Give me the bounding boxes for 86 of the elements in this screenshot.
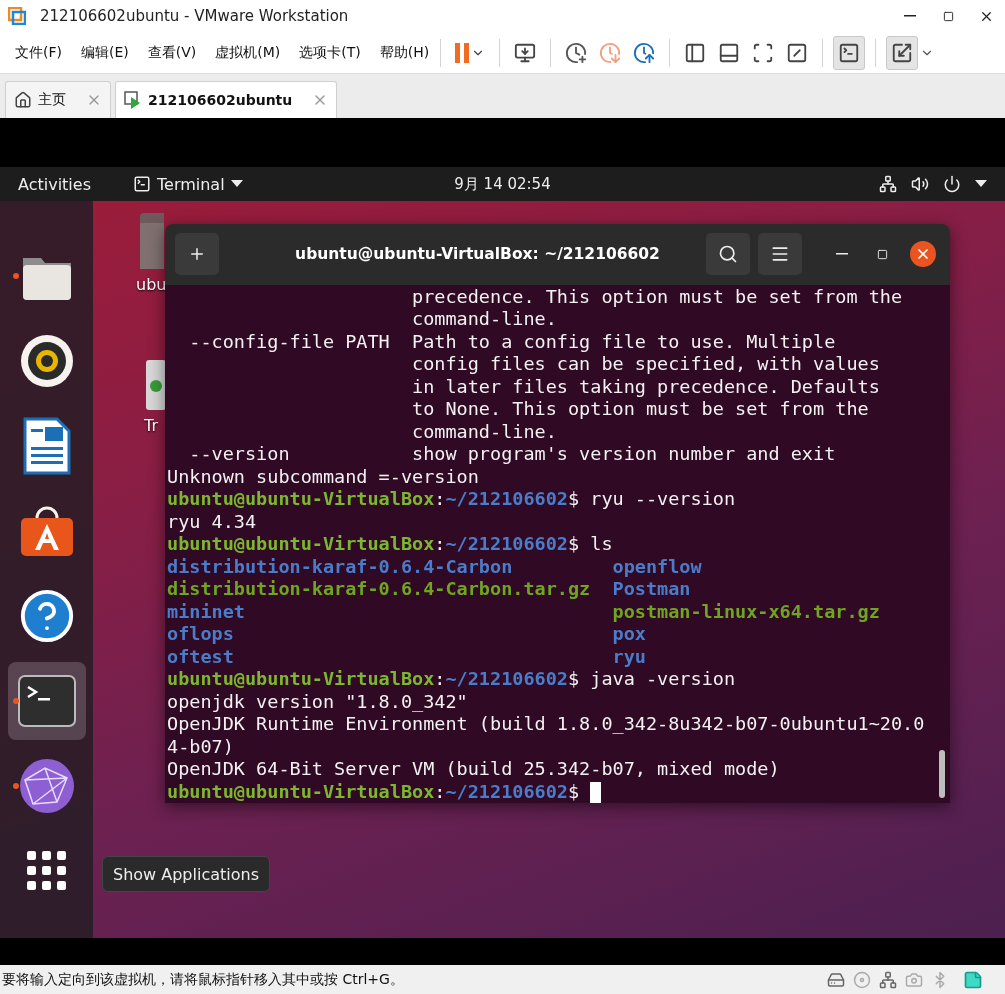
search-button[interactable] xyxy=(706,233,750,276)
terminal-line: --config-file PATH Path to a config file to use. Multiple xyxy=(188,330,836,353)
file-name: mininet xyxy=(167,600,245,623)
file-name: oflops xyxy=(167,623,234,646)
terminal-line: in later files taking precedence. Defaults xyxy=(411,375,880,398)
terminal-line: ubuntu@ubuntu-VirtualBox:~/212106602$ ls xyxy=(167,533,613,556)
window-title: 212106602ubuntu - VMware Workstation xyxy=(40,7,350,25)
close-button[interactable] xyxy=(910,241,936,268)
stretch-button[interactable] xyxy=(886,35,919,70)
speaker-icon xyxy=(19,334,74,388)
file-name: openflow xyxy=(612,555,702,578)
menu-button[interactable] xyxy=(758,233,802,276)
new-tab-button[interactable] xyxy=(175,233,219,276)
file-name: Postman xyxy=(612,578,691,601)
terminal-icon xyxy=(838,41,861,64)
tooltip: Show Applications xyxy=(102,856,270,892)
terminal-line: OpenJDK Runtime Environment (build 1.8.0_342-8u342-b07-0ubuntu1~20.0 xyxy=(167,713,925,736)
desktop-icon-label: Tr xyxy=(144,416,158,435)
search-icon xyxy=(718,244,738,265)
terminal-line: ryu 4.34 xyxy=(167,510,257,533)
app-name: Terminal xyxy=(157,174,225,194)
grid-icon xyxy=(26,851,67,891)
terminal-line: Unknown subcommand =-version xyxy=(167,465,479,488)
clock-icon xyxy=(565,41,588,64)
panel-left-icon xyxy=(684,41,707,64)
menu-item[interactable]: 选项卡(T) xyxy=(299,43,361,62)
terminal-line: openjdk version "1.8.0_342" xyxy=(167,690,468,713)
minimize-icon xyxy=(904,15,916,17)
globe-icon xyxy=(18,758,75,814)
console-view-button[interactable] xyxy=(833,35,866,70)
file-name: oftest xyxy=(167,645,234,668)
activities-button[interactable]: Activities xyxy=(18,174,91,194)
clock-icon xyxy=(599,41,622,64)
terminal-line: command-line. xyxy=(411,420,557,443)
scrollbar[interactable] xyxy=(939,750,945,798)
menu-item[interactable]: 帮助(H) xyxy=(379,43,430,62)
maximize-icon xyxy=(942,10,954,22)
full-screen-icon xyxy=(752,41,775,64)
menu-item[interactable]: 编辑(E) xyxy=(81,43,129,62)
terminal-line: OpenJDK 64-Bit Server VM (build 25.342-b07, mixed mode) xyxy=(167,758,780,781)
note-icon[interactable] xyxy=(963,969,983,990)
slashed-square-icon xyxy=(786,41,809,64)
terminal-line: ubuntu@ubuntu-VirtualBox:~/212106602$ xyxy=(167,780,580,803)
status-message: 要将输入定向到该虚拟机，请将鼠标指针移入其中或按 Ctrl+G。 xyxy=(2,970,405,989)
file-name: postman-linux-x64.tar.gz xyxy=(612,600,880,623)
terminal-line: command-line. xyxy=(411,308,557,331)
monitor-icon xyxy=(514,41,537,64)
power-icon[interactable] xyxy=(943,175,961,193)
file-name: ryu xyxy=(612,645,646,668)
file-name: distribution-karaf-0.6.4-Carbon xyxy=(167,555,513,578)
terminal-title: ubuntu@ubuntu-VirtualBox: ~/212106602 xyxy=(294,245,661,264)
file-name: distribution-karaf-0.6.4-Carbon.tar.gz xyxy=(167,578,591,601)
terminal-line: ubuntu@ubuntu-VirtualBox:~/212106602$ java -version xyxy=(167,668,736,691)
resize-icon xyxy=(891,41,914,64)
menu-item[interactable]: 查看(V) xyxy=(147,43,197,62)
home-icon[interactable] xyxy=(14,91,32,109)
terminal-line: config files can be specified, with values xyxy=(411,353,880,376)
terminal-line: 4-b07) xyxy=(167,735,234,758)
dock-item[interactable] xyxy=(7,662,86,740)
caret-icon[interactable] xyxy=(975,180,987,188)
menu-item[interactable]: 虚拟机(M) xyxy=(215,43,281,62)
app-logo xyxy=(8,7,26,25)
desktop-icon-label: ubu xyxy=(136,275,167,294)
terminal-line: ubuntu@ubuntu-VirtualBox:~/212106602$ ryu --version xyxy=(167,488,736,511)
terminal-icon xyxy=(133,175,151,193)
terminal-line: to None. This option must be set from the xyxy=(411,398,869,421)
terminal-icon xyxy=(17,675,76,727)
maximize-icon xyxy=(876,248,888,260)
clock-icon xyxy=(633,41,656,64)
terminal-line: --version show program's version number and exit xyxy=(188,443,836,466)
clock[interactable]: 9月 14 02:54 xyxy=(454,174,551,194)
panel-bottom-icon xyxy=(718,41,741,64)
terminal-line: precedence. This option must be set from the xyxy=(411,285,903,308)
tab[interactable]: 212106602ubuntu xyxy=(115,81,338,118)
caret-icon xyxy=(230,180,243,188)
pause-icon xyxy=(455,42,470,63)
shopping-bag-icon xyxy=(18,504,75,558)
network-icon[interactable] xyxy=(879,175,897,193)
menu-item[interactable]: 文件(F) xyxy=(15,43,62,62)
file-name: pox xyxy=(612,623,646,646)
tab[interactable]: 主页 xyxy=(5,81,111,118)
volume-icon[interactable] xyxy=(911,175,929,193)
app-menu[interactable]: Terminal xyxy=(133,174,243,194)
document-icon xyxy=(22,417,71,475)
minimize-icon xyxy=(836,253,848,256)
vm-running-icon xyxy=(124,91,142,109)
